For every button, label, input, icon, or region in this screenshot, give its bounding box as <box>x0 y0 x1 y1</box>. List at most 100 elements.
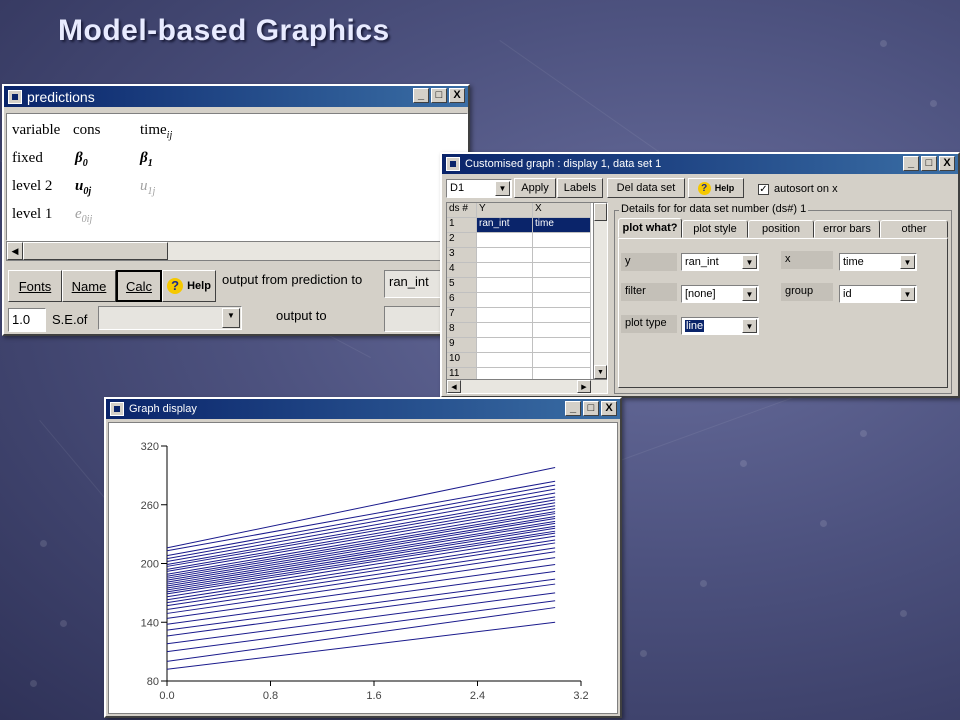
autosort-checkbox[interactable]: ✓ <box>758 184 769 195</box>
y-select[interactable]: ran_int ▼ <box>681 253 759 271</box>
grid-row-header[interactable]: 2 <box>447 233 477 248</box>
calc-button[interactable]: Calc <box>116 270 162 302</box>
graph-display-titlebar[interactable]: Graph display _ □ X <box>106 399 620 419</box>
grid-cell[interactable] <box>477 338 533 353</box>
scroll-thumb[interactable] <box>594 203 607 221</box>
minimize-button[interactable]: _ <box>565 401 581 416</box>
display-select[interactable]: D1 ▼ <box>446 179 512 198</box>
scroll-down-button[interactable]: ▼ <box>594 365 607 379</box>
customised-graph-titlebar[interactable]: Customised graph : display 1, data set 1… <box>442 154 958 174</box>
u0j-term[interactable]: u0j <box>75 178 91 197</box>
grid-cell[interactable] <box>477 308 533 323</box>
grid-cell[interactable] <box>533 338 591 353</box>
minimize-button[interactable]: _ <box>413 88 429 103</box>
grid-row-header[interactable]: 4 <box>447 263 477 278</box>
grid-row-header[interactable]: 8 <box>447 323 477 338</box>
grid-cell[interactable] <box>477 323 533 338</box>
grid-row-header[interactable]: 7 <box>447 308 477 323</box>
labels-button[interactable]: Labels <box>557 178 603 198</box>
chevron-down-icon[interactable]: ▼ <box>742 319 757 333</box>
scroll-thumb[interactable] <box>23 242 168 260</box>
grid-cell[interactable] <box>477 233 533 248</box>
tab-panel: y ran_int ▼ x time ▼ filter [none] ▼ gro… <box>618 238 948 388</box>
grid-header-cell[interactable]: Y <box>477 203 533 218</box>
grid-cell[interactable] <box>477 353 533 368</box>
details-label: Details for for data set number (ds#) 1 <box>619 203 809 215</box>
maximize-button[interactable]: □ <box>583 401 599 416</box>
grid-row-header[interactable]: 5 <box>447 278 477 293</box>
tab-error-bars[interactable]: error bars <box>814 220 880 238</box>
grid-header-cell[interactable]: ds # <box>447 203 477 218</box>
u1j-term[interactable]: u1j <box>140 178 155 197</box>
beta0-term[interactable]: β0 <box>75 150 88 169</box>
del-data-set-button[interactable]: Del data set <box>607 178 685 198</box>
plot-type-select[interactable]: line ▼ <box>681 317 759 335</box>
close-button[interactable]: X <box>939 156 955 171</box>
grid-vertical-scrollbar[interactable]: ▼ <box>593 203 607 379</box>
beta1-term[interactable]: β1 <box>140 150 153 169</box>
predictions-window: predictions _ □ X variable cons timeij f… <box>2 84 470 336</box>
grid-row-header[interactable]: 10 <box>447 353 477 368</box>
grid-cell[interactable]: time <box>533 218 591 233</box>
chevron-down-icon[interactable]: ▼ <box>742 287 757 301</box>
grid-header-cell[interactable]: X <box>533 203 591 218</box>
tab-other[interactable]: other <box>880 220 948 238</box>
filter-select[interactable]: [none] ▼ <box>681 285 759 303</box>
tab-position[interactable]: position <box>748 220 814 238</box>
row-label-fixed: fixed <box>12 150 43 166</box>
grid-cell[interactable] <box>533 248 591 263</box>
chevron-down-icon[interactable]: ▼ <box>495 181 510 196</box>
fonts-button[interactable]: Fonts <box>8 270 62 302</box>
grid-horizontal-scrollbar[interactable]: ◀ ▶ <box>447 379 607 393</box>
apply-button[interactable]: Apply <box>514 178 556 198</box>
group-select[interactable]: id ▼ <box>839 285 917 303</box>
tab-plot-what[interactable]: plot what? <box>618 218 682 238</box>
help-button[interactable]: ? Help <box>688 178 744 198</box>
tab-plot-style[interactable]: plot style <box>682 220 748 238</box>
chevron-down-icon[interactable]: ▼ <box>222 308 240 328</box>
grid-row-header[interactable]: 1 <box>447 218 477 233</box>
equation-panel: variable cons timeij fixed β0 β1 level 2… <box>6 113 468 241</box>
horizontal-scrollbar[interactable]: ◀ <box>6 241 468 261</box>
scroll-left-button[interactable]: ◀ <box>447 380 461 393</box>
grid-cell[interactable] <box>533 233 591 248</box>
grid-cell[interactable]: ran_int <box>477 218 533 233</box>
dataset-grid: ds # Y X 1 ran_int time 2 3 4 5 6 7 8 9 10 11 ▼ ◀ ▶ <box>446 202 608 394</box>
row-label-level1: level 1 <box>12 206 53 222</box>
grid-cell[interactable] <box>477 278 533 293</box>
grid-cell[interactable] <box>533 278 591 293</box>
grid-cell[interactable] <box>477 293 533 308</box>
grid-row-header[interactable]: 6 <box>447 293 477 308</box>
help-icon: ? <box>697 181 711 195</box>
scroll-right-button[interactable]: ▶ <box>577 380 591 393</box>
time-header: timeij <box>140 122 173 141</box>
close-button[interactable]: X <box>601 401 617 416</box>
chevron-down-icon[interactable]: ▼ <box>900 255 915 269</box>
multiplier-field[interactable]: 1.0 <box>8 308 46 332</box>
e0ij-term[interactable]: e0ij <box>75 206 92 225</box>
x-select[interactable]: time ▼ <box>839 253 917 271</box>
grid-cell[interactable] <box>533 323 591 338</box>
grid-cell[interactable] <box>533 308 591 323</box>
chevron-down-icon[interactable]: ▼ <box>900 287 915 301</box>
minimize-button[interactable]: _ <box>903 156 919 171</box>
chevron-down-icon[interactable]: ▼ <box>742 255 757 269</box>
predictions-titlebar[interactable]: predictions _ □ X <box>4 86 468 107</box>
grid-cell[interactable] <box>533 263 591 278</box>
maximize-button[interactable]: □ <box>431 88 447 103</box>
close-button[interactable]: X <box>449 88 465 103</box>
grid-row-header[interactable]: 9 <box>447 338 477 353</box>
grid-row-header[interactable]: 3 <box>447 248 477 263</box>
grid-cell[interactable] <box>477 248 533 263</box>
grid-cell[interactable] <box>477 263 533 278</box>
se-of-select[interactable]: ▼ <box>98 306 242 330</box>
scroll-left-button[interactable]: ◀ <box>7 242 23 260</box>
grid-cell[interactable] <box>533 353 591 368</box>
name-button[interactable]: Name <box>62 270 116 302</box>
help-button[interactable]: ? Help <box>162 270 216 302</box>
y-tick-label: 260 <box>141 500 159 512</box>
series-line <box>166 607 556 662</box>
app-icon <box>446 157 460 171</box>
maximize-button[interactable]: □ <box>921 156 937 171</box>
grid-cell[interactable] <box>533 293 591 308</box>
